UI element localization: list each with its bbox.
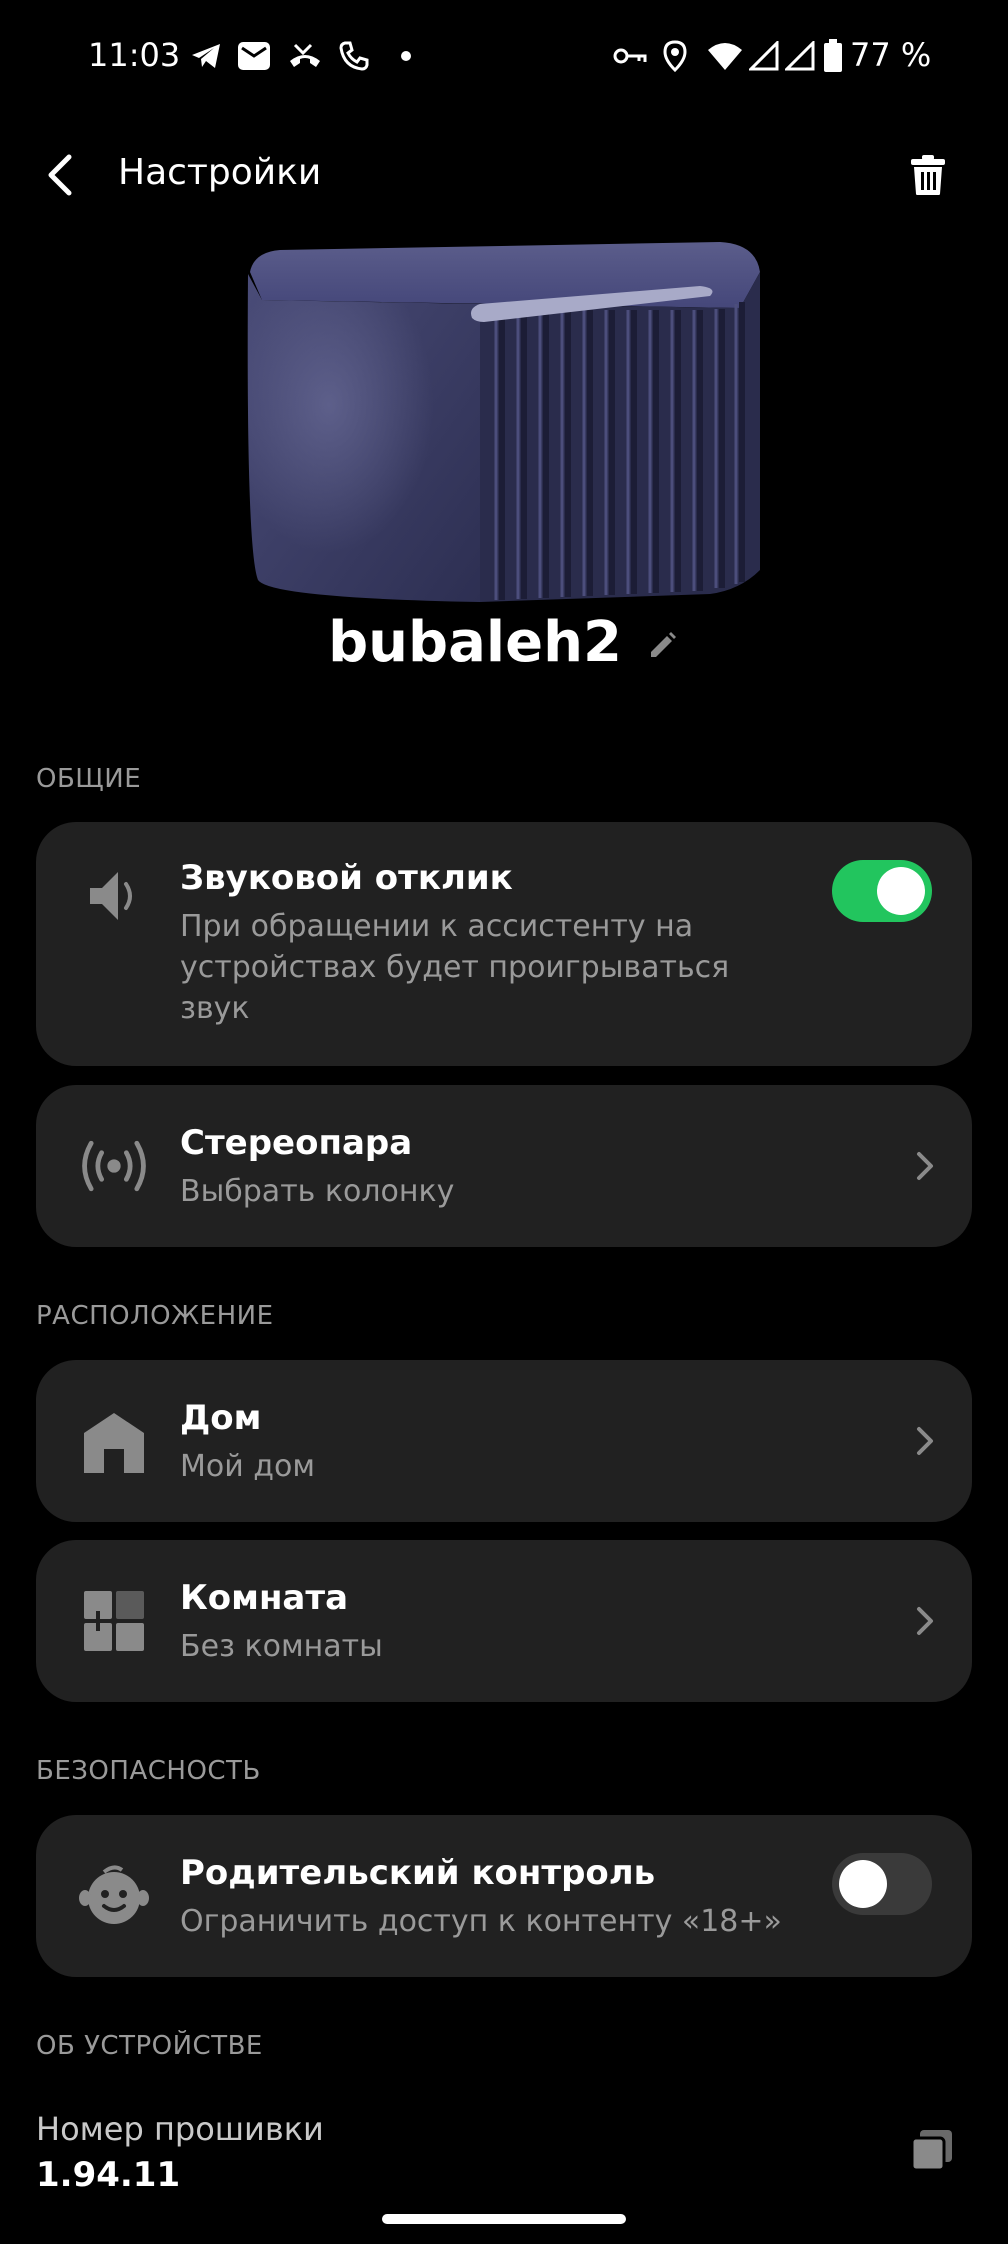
parental-control-card: Родительский контроль Ограничить доступ … (36, 1815, 972, 1977)
home-subtitle: Мой дом (180, 1449, 315, 1484)
copy-button[interactable] (906, 2124, 958, 2176)
section-label-general: ОБЩИЕ (36, 764, 142, 794)
sound-feedback-subtitle-1: При обращении к ассистенту на (180, 909, 694, 944)
delete-device-button[interactable] (898, 145, 958, 205)
wifi-icon (706, 36, 744, 76)
back-button[interactable] (30, 145, 90, 205)
section-label-about: ОБ УСТРОЙСТВЕ (36, 2031, 263, 2061)
back-arrow-icon (48, 154, 72, 196)
signal-icon (748, 36, 780, 76)
sound-feedback-toggle[interactable] (832, 860, 932, 922)
house-icon (76, 1403, 152, 1479)
home-indicator[interactable] (382, 2214, 626, 2224)
key-icon (612, 36, 648, 76)
telegram-icon (188, 36, 224, 76)
chevron-right-icon (910, 1421, 940, 1461)
speaker-icon (76, 858, 152, 934)
page-title: Настройки (118, 152, 322, 193)
stereo-pair-subtitle: Выбрать колонку (180, 1174, 455, 1209)
stereo-pair-title: Стереопара (180, 1123, 413, 1163)
signal-icon (784, 36, 816, 76)
mail-icon (236, 36, 272, 76)
chevron-right-icon (910, 1601, 940, 1641)
trash-icon (911, 155, 945, 195)
device-image (240, 230, 770, 620)
parental-control-title: Родительский контроль (180, 1853, 656, 1893)
device-name-row[interactable]: bubaleh2 (0, 610, 1008, 675)
section-label-security: БЕЗОПАСНОСТЬ (36, 1756, 261, 1786)
room-subtitle: Без комнаты (180, 1629, 383, 1664)
room-grid-icon (76, 1583, 152, 1659)
room-title: Комната (180, 1578, 349, 1618)
location-icon (660, 36, 690, 76)
device-name[interactable]: bubaleh2 (328, 610, 622, 675)
sound-feedback-card: Звуковой отклик При обращении к ассистен… (36, 822, 972, 1066)
parental-control-toggle[interactable] (832, 1853, 932, 1915)
status-time: 11:03 (88, 36, 181, 74)
toggle-knob (839, 1860, 887, 1908)
home-card[interactable]: Дом Мой дом (36, 1360, 972, 1522)
parental-control-subtitle: Ограничить доступ к контенту «18+» (180, 1904, 782, 1939)
missed-call-icon (286, 36, 324, 76)
section-label-location: РАСПОЛОЖЕНИЕ (36, 1301, 274, 1331)
home-title: Дом (180, 1398, 262, 1438)
copy-icon (910, 2130, 952, 2172)
phone-icon (336, 36, 372, 76)
child-face-icon (76, 1858, 152, 1934)
sound-feedback-title: Звуковой отклик (180, 858, 513, 898)
dot-icon (396, 36, 416, 76)
status-bar: 11:03 77 % (0, 0, 1008, 116)
battery-icon (822, 36, 844, 76)
pencil-icon[interactable] (644, 628, 680, 664)
broadcast-icon (76, 1128, 152, 1204)
toggle-knob (877, 867, 925, 915)
chevron-right-icon (910, 1146, 940, 1186)
battery-percentage: 77 % (850, 36, 932, 74)
firmware-value: 1.94.11 (36, 2155, 181, 2195)
sound-feedback-subtitle-3: звук (180, 991, 250, 1026)
room-card[interactable]: Комната Без комнаты (36, 1540, 972, 1702)
stereo-pair-card[interactable]: Стереопара Выбрать колонку (36, 1085, 972, 1247)
firmware-label: Номер прошивки (36, 2110, 324, 2148)
sound-feedback-subtitle-2: устройствах будет проигрываться (180, 950, 730, 985)
